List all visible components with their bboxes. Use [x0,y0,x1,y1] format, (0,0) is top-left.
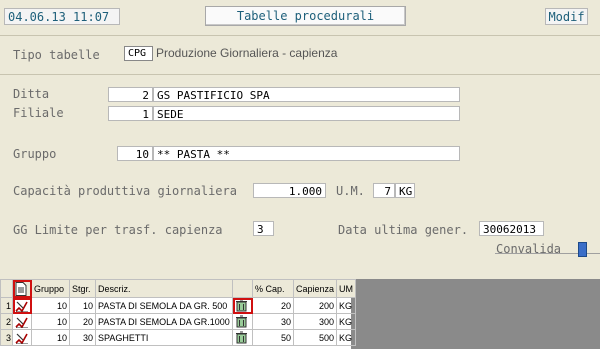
gruppo-label: Gruppo [13,147,57,161]
edit-row-button[interactable] [12,329,32,346]
filiale-code-field[interactable]: 1 [108,106,153,121]
cell-cap: 20 [252,297,294,314]
edit-row-button[interactable] [12,297,32,314]
capacita-value-field[interactable]: 1.000 [253,183,326,198]
convalida-label: Convalida [496,242,562,256]
cell-descriz: SPAGHETTI [95,329,233,346]
procedure-table: Gruppo Stgr. Descriz. % Cap. Capienza UM… [0,279,357,346]
trash-icon [236,299,247,312]
new-document-header[interactable] [12,279,32,298]
cell-capienza: 500 [292,329,338,346]
tipo-tabelle-label: Tipo tabelle [13,48,100,62]
cell-um: KG [336,329,357,346]
cell-descriz: PASTA DI SEMOLA DA GR. 500 [95,297,233,314]
datetime-display: 04.06.13 11:07 [4,8,120,25]
cell-gruppo: 10 [31,329,70,346]
gruppo-name-field: ** PASTA ** [153,146,460,161]
document-icon [15,281,27,296]
row-number: 3 [0,329,13,346]
cell-descriz: PASTA DI SEMOLA DA GR.1000 [95,313,233,330]
table-row[interactable]: 1 10 10 PASTA DI SEMOLA DA GR. 500 20 20… [0,297,357,314]
cell-um: KG [336,313,357,330]
cell-stgr: 30 [69,329,96,346]
trash-icon [236,315,247,328]
col-gruppo-header[interactable]: Gruppo [31,279,70,298]
um-name-field: KG [395,183,415,198]
edit-pencil-icon [15,317,28,328]
tipo-tabelle-code[interactable]: CPG [124,46,153,61]
cell-um: KG [336,297,357,314]
col-action-header [232,279,253,298]
tipo-tabelle-description: Produzione Giornaliera - capienza [156,46,338,60]
cell-gruppo: 10 [31,313,70,330]
cell-cap: 50 [252,329,294,346]
table-row[interactable]: 3 10 30 SPAGHETTI 50 500 KG [0,329,357,346]
col-capienza-header[interactable]: Capienza [292,279,338,298]
trash-icon [236,331,247,344]
edit-pencil-icon [15,301,28,312]
capacita-label: Capacità produttiva giornaliera [13,184,237,198]
row-header-corner [0,279,13,298]
edit-pencil-icon [15,333,28,344]
gg-limite-field[interactable]: 3 [253,221,274,236]
um-code-field[interactable]: 7 [373,183,395,198]
col-descriz-header[interactable]: Descriz. [95,279,233,298]
cell-gruppo: 10 [31,297,70,314]
data-ultima-field[interactable]: 30062013 [479,221,544,236]
table-row[interactable]: 2 10 20 PASTA DI SEMOLA DA GR.1000 30 30… [0,313,357,330]
filiale-name-field: SEDE [153,106,460,121]
cell-stgr: 10 [69,297,96,314]
col-stgr-header[interactable]: Stgr. [69,279,96,298]
ditta-name-field: GS PASTIFICIO SPA [153,87,460,102]
col-cap-header[interactable]: % Cap. [252,279,294,298]
row-action-button[interactable] [232,329,253,346]
edit-row-button[interactable] [12,313,32,330]
row-action-button[interactable] [232,297,253,314]
cell-stgr: 20 [69,313,96,330]
cell-cap: 30 [252,313,294,330]
row-number: 1 [0,297,13,314]
row-number: 2 [0,313,13,330]
cell-capienza: 300 [292,313,338,330]
gg-limite-label: GG Limite per trasf. capienza [13,223,223,237]
convalida-checkbox[interactable] [578,242,587,257]
um-label: U.M. [336,184,365,198]
row-action-button[interactable] [232,313,253,330]
filiale-label: Filiale [13,106,64,120]
gruppo-code-field[interactable]: 10 [117,146,153,161]
section-separator [0,74,600,75]
ditta-label: Ditta [13,87,50,101]
grid-empty-area [351,279,600,349]
cell-capienza: 200 [292,297,338,314]
col-um-header[interactable]: UM [336,279,357,298]
ditta-code-field[interactable]: 2 [108,87,153,102]
header-separator [0,35,600,36]
title-button[interactable]: Tabelle procedurali [205,6,406,26]
mode-indicator[interactable]: Modif [545,8,588,25]
data-ultima-label: Data ultima gener. [338,223,469,237]
